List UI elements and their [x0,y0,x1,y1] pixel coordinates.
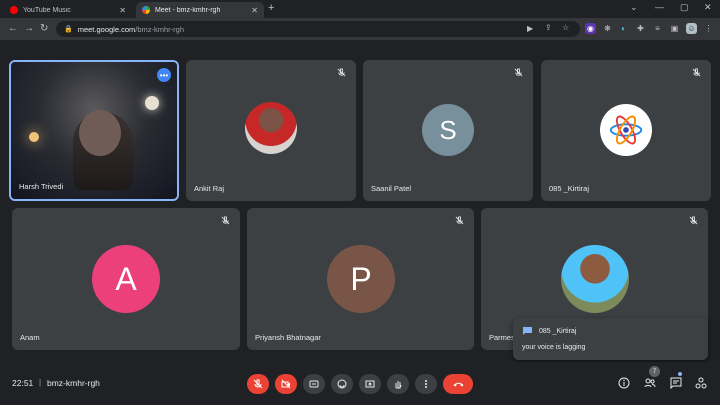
more-vert-icon [425,380,427,388]
chat-sender: 085 _Kirtiraj [539,328,577,335]
captions-icon [309,380,319,388]
address-bar[interactable]: 🔒 meet.google.com/bmz-kmhr-rgh [56,21,580,37]
back-icon[interactable]: ← [8,23,18,34]
participant-avatar: S [422,104,474,156]
camera-toggle-button[interactable] [275,374,297,394]
extension-gear-icon[interactable]: ❋ [602,23,613,34]
reload-icon[interactable]: ↻ [40,23,48,34]
extension-icon[interactable]: ◉ [585,23,596,34]
more-options-icon[interactable]: ••• [157,68,171,82]
browser-toolbar: ← → ↻ 🔒 meet.google.com/bmz-kmhr-rgh ▶ ⇪… [0,18,720,40]
menu-icon[interactable]: ⋮ [703,23,714,34]
chat-icon[interactable] [669,376,683,390]
tab-meet[interactable]: Meet - bmz-kmhr-rgh ✕ [136,2,264,18]
participant-tile[interactable]: Ankit Raj [186,60,356,201]
camera-off-icon [281,379,291,389]
close-icon[interactable]: ✕ [119,6,126,15]
url-text: meet.google.com/bmz-kmhr-rgh [77,24,185,34]
mic-off-icon [692,68,701,77]
meeting-code: bmz-kmhr-rgh [47,378,100,388]
close-icon[interactable]: ✕ [251,6,258,15]
mic-off-icon [337,68,346,77]
mic-off-icon [253,379,263,389]
new-message-dot [678,372,682,376]
participant-avatar [561,245,629,313]
participant-avatar: A [92,245,160,313]
mic-off-icon [514,68,523,77]
captions-button[interactable] [303,374,325,394]
clock-time: 22:51 [12,378,34,388]
extension-circle-icon[interactable]: ◐ [618,23,629,34]
participant-tile[interactable]: S Saanil Patel [363,60,533,201]
playlist-icon[interactable]: ≡ [652,23,663,34]
participant-name: Priyansh Bhatnagar [255,333,321,342]
lock-icon: 🔒 [64,26,73,33]
tab-label: Meet - bmz-kmhr-rgh [155,6,221,14]
present-icon [365,380,375,388]
mic-off-icon [689,216,698,225]
participant-name: Ankit Raj [194,184,225,193]
tab-search-icon[interactable]: ⌄ [630,2,638,13]
participant-tile[interactable]: A Anam [12,208,240,350]
mic-off-icon [221,216,230,225]
participant-video [11,62,177,199]
participant-avatar: P [327,245,395,313]
participant-tile[interactable]: ••• Harsh Trivedi [9,60,179,201]
extensions-puzzle-icon[interactable]: ✚ [635,23,646,34]
participant-tile[interactable]: P Priyansh Bhatnagar [247,208,474,350]
minimize-icon[interactable]: — [655,2,664,12]
camera-in-use-icon[interactable]: ▶ [527,24,533,33]
tab-youtube-music[interactable]: YouTube Music ✕ [4,2,132,18]
raise-hand-button[interactable] [387,374,409,394]
participant-name: 085 _Kirtiraj [549,184,590,193]
mic-off-icon [455,216,464,225]
participant-avatar [600,104,652,156]
meeting-controls-bar: 22:51 | bmz-kmhr-rgh [0,362,720,405]
emoji-icon [337,379,347,389]
divider: | [39,378,42,387]
youtube-music-favicon-icon [10,6,18,14]
participant-count-badge: 7 [649,366,660,377]
reactions-button[interactable] [331,374,353,394]
people-icon[interactable] [643,376,657,390]
browser-tab-strip: YouTube Music ✕ Meet - bmz-kmhr-rgh ✕ + … [0,0,720,18]
atom-icon [609,115,643,145]
forward-icon[interactable]: → [24,23,34,34]
participant-name: Parmes [489,333,515,342]
close-window-icon[interactable]: ✕ [704,2,712,13]
activities-icon[interactable] [694,376,708,390]
meeting-details-icon[interactable] [617,376,631,390]
maximize-icon[interactable]: ▢ [680,2,689,13]
participant-name: Harsh Trivedi [19,182,64,191]
hang-up-icon [453,382,463,387]
participant-name: Anam [20,333,40,342]
bookmark-star-icon[interactable]: ☆ [562,23,569,32]
chat-message: your voice is lagging [522,344,586,351]
side-panel-icon[interactable]: ▣ [669,23,680,34]
hand-icon [395,381,402,389]
participant-name: Saanil Patel [371,184,412,193]
leave-call-button[interactable] [443,374,473,394]
present-screen-button[interactable] [359,374,381,394]
profile-avatar[interactable]: ☺ [686,23,697,34]
mic-toggle-button[interactable] [247,374,269,394]
new-tab-button[interactable]: + [268,2,274,14]
chat-icon [523,327,532,335]
share-icon[interactable]: ⇪ [545,23,552,32]
participant-avatar [245,102,297,154]
meet-favicon-icon [142,6,150,14]
chat-notification[interactable]: 085 _Kirtiraj your voice is lagging [513,318,708,360]
more-options-button[interactable] [415,374,437,394]
tab-label: YouTube Music [23,6,71,14]
participant-tile[interactable]: 085 _Kirtiraj [541,60,711,201]
